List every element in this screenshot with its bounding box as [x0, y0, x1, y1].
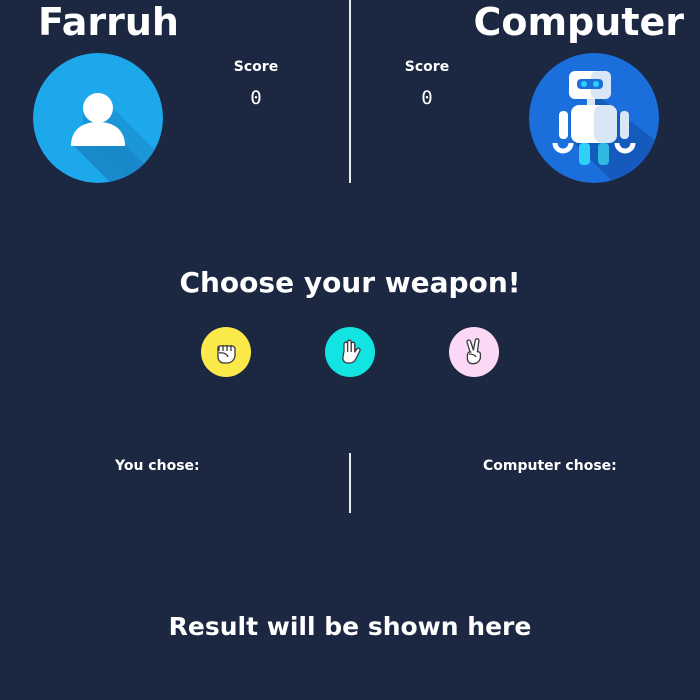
computer-chose-label: Computer chose: [483, 458, 617, 474]
computer-name: Computer [473, 0, 684, 44]
top-divider [349, 0, 351, 183]
computer-score-block: Score 0 [387, 58, 467, 110]
computer-score-label: Score [404, 59, 450, 75]
result-text: Result will be shown here [168, 612, 532, 641]
choose-weapon-title: Choose your weapon! [179, 266, 521, 299]
fist-icon [217, 345, 236, 364]
player-score-value: 0 [250, 87, 262, 109]
computer-score-value: 0 [421, 87, 433, 109]
player-score-label: Score [233, 59, 279, 75]
user-avatar-icon [33, 53, 163, 183]
robot-avatar-icon [529, 53, 659, 183]
choice-divider [349, 453, 351, 513]
player-score-block: Score 0 [216, 58, 296, 110]
peace-hand-icon [466, 338, 482, 365]
you-chose-label: You chose: [115, 458, 200, 474]
open-hand-icon [342, 339, 361, 364]
rock-button[interactable] [201, 327, 251, 377]
scissors-button[interactable] [449, 327, 499, 377]
player-name: Farruh [38, 0, 179, 44]
paper-button[interactable] [325, 327, 375, 377]
game-page: Farruh Score 0 Score 0 Computer Choose y… [0, 0, 700, 700]
